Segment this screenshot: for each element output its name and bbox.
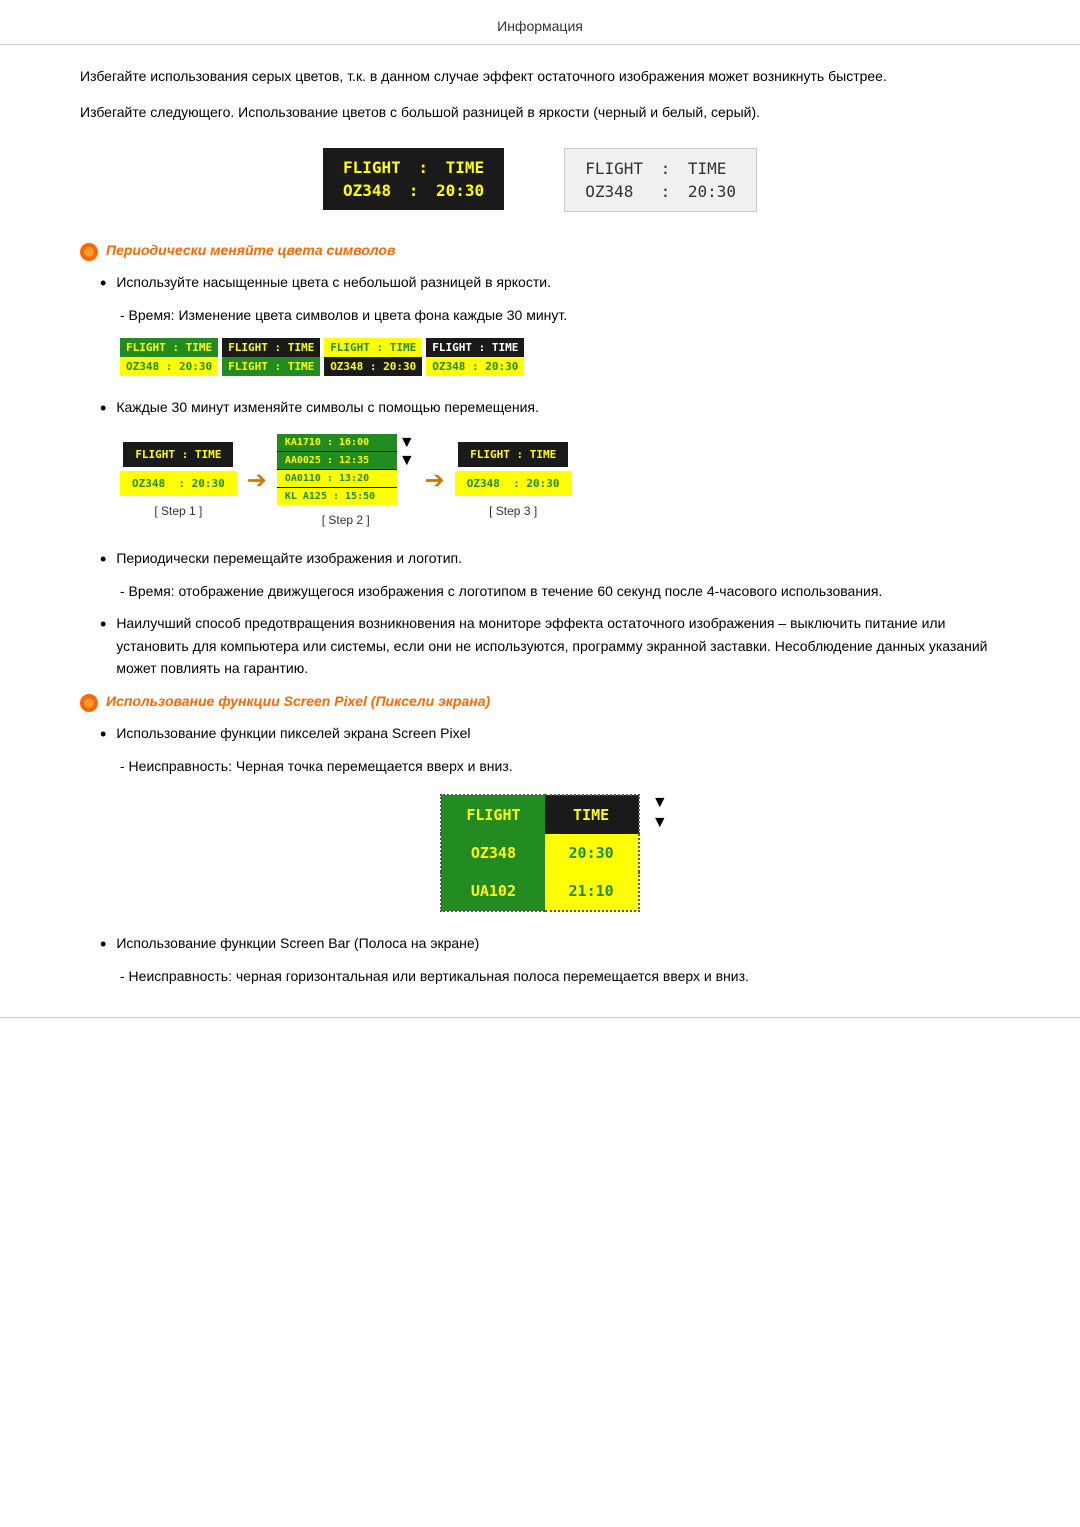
bullet-text-1: Используйте насыщенные цвета с небольшой… (116, 271, 551, 296)
down-arrow-2: ▼ (652, 814, 668, 832)
step1-label: [ Step 1 ] (154, 504, 202, 518)
bullet-dot-2: • (100, 396, 106, 421)
bullet-text-4: Наилучший способ предотвращения возникно… (116, 612, 1000, 679)
flight-data-light: OZ348 : 20:30 (585, 182, 736, 201)
pixel-table: FLIGHT TIME OZ348 20:30 UA102 21:10 (440, 794, 639, 912)
step2-multi: KA1710 : 16:00 AA0025 : 12:35 OA0110 : 1… (277, 434, 397, 505)
color-box-4: FLIGHT : TIME OZ348 : 20:30 (426, 338, 524, 376)
bullet-dot-6: • (100, 932, 106, 957)
pixel-row-1: OZ348 20:30 (441, 834, 638, 872)
step-box-1: FLIGHT : TIME OZ348 : 20:30 [ Step 1 ] (120, 442, 237, 518)
color-box-3: FLIGHT : TIME OZ348 : 20:30 (324, 338, 422, 376)
color-box-2: FLIGHT : TIME FLIGHT : TIME (222, 338, 320, 376)
bullet-item-6: • Использование функции Screen Bar (Поло… (80, 932, 1000, 957)
pixel-row-header: FLIGHT TIME (441, 795, 638, 834)
down-arrow-1: ▼ (652, 794, 668, 812)
step1-header: FLIGHT : TIME (123, 442, 233, 467)
color-box-2-data: FLIGHT : TIME (222, 357, 320, 376)
color-box-3-header: FLIGHT : TIME (324, 338, 422, 357)
step2-label: [ Step 2 ] (322, 513, 370, 527)
color-box-4-data: OZ348 : 20:30 (426, 357, 524, 376)
flight-header-light: FLIGHT : TIME (585, 159, 736, 178)
bullet-dot-3: • (100, 547, 106, 572)
orange-bullet-1: Периодически меняйте цвета символов (80, 242, 1000, 261)
arrow-right-1: ➔ (247, 466, 267, 495)
flight-time-light: 20:30 (688, 182, 736, 201)
flight-number-light: OZ348 (585, 182, 633, 201)
pixel-header-time: TIME (545, 795, 639, 834)
step-box-3: FLIGHT : TIME OZ348 : 20:30 [ Step 3 ] (455, 442, 572, 518)
bullet-text-3: Периодически перемещайте изображения и л… (116, 547, 462, 572)
paragraph-2: Избегайте следующего. Использование цвет… (80, 101, 1000, 123)
color-cycle-row: FLIGHT : TIME OZ348 : 20:30 FLIGHT : TIM… (120, 338, 1000, 376)
step3-data: OZ348 : 20:30 (455, 471, 572, 496)
time-label-light: TIME (688, 159, 727, 178)
flight-data-dark: OZ348 : 20:30 (343, 181, 484, 200)
step3-header: FLIGHT : TIME (458, 442, 568, 467)
step-box-2: KA1710 : 16:00 AA0025 : 12:35 OA0110 : 1… (277, 434, 415, 527)
flight-number-dark: OZ348 (343, 181, 391, 200)
bullet-item-4: • Наилучший способ предотвращения возник… (80, 612, 1000, 679)
bullet-dot-4: • (100, 612, 106, 679)
step3-label: [ Step 3 ] (489, 504, 537, 518)
color-box-1-header: FLIGHT : TIME (120, 338, 218, 357)
main-content: Избегайте использования серых цветов, т.… (0, 65, 1080, 987)
page-header: Информация (0, 0, 1080, 45)
color-box-1: FLIGHT : TIME OZ348 : 20:30 (120, 338, 218, 376)
pixel-time-2: 21:10 (545, 872, 639, 911)
sub-note-1: - Время: Изменение цвета символов и цвет… (80, 304, 1000, 326)
pixel-header-flight: FLIGHT (441, 795, 544, 834)
header-title: Информация (497, 18, 583, 34)
down-arrows: ▼ ▼ (652, 794, 668, 832)
page-footer (0, 1017, 1080, 1038)
orange-circle-icon-2 (80, 694, 98, 712)
bullet-text-5: Использование функции пикселей экрана Sc… (116, 722, 470, 747)
bullet-text-2: Каждые 30 минут изменяйте символы с помо… (116, 396, 539, 421)
time-label-dark: TIME (446, 158, 485, 177)
pixel-box-container: FLIGHT TIME OZ348 20:30 UA102 21:10 ▼ ▼ (80, 794, 1000, 912)
bullet-text-6: Использование функции Screen Bar (Полоса… (116, 932, 479, 957)
bullet-item-5: • Использование функции пикселей экрана … (80, 722, 1000, 747)
arrow-right-2: ➔ (425, 466, 445, 495)
orange-bullet-2: Использование функции Screen Pixel (Пикс… (80, 693, 1000, 712)
orange-label-2: Использование функции Screen Pixel (Пикс… (106, 693, 490, 709)
color-box-3-data: OZ348 : 20:30 (324, 357, 422, 376)
flight-header-dark: FLIGHT : TIME (343, 158, 484, 177)
color-box-4-header: FLIGHT : TIME (426, 338, 524, 357)
step1-data: OZ348 : 20:30 (120, 471, 237, 496)
flight-comparison: FLIGHT : TIME OZ348 : 20:30 FLIGHT : TIM… (80, 148, 1000, 212)
flight-label-dark: FLIGHT (343, 158, 401, 177)
bullet-item-1: • Используйте насыщенные цвета с небольш… (80, 271, 1000, 296)
bullet-dot-1: • (100, 271, 106, 296)
step2-arrows: ▼ ▼ (399, 434, 415, 505)
sub-note-5: - Неисправность: Черная точка перемещает… (80, 755, 1000, 777)
flight-box-dark: FLIGHT : TIME OZ348 : 20:30 (323, 148, 504, 210)
pixel-flight-2: UA102 (441, 872, 544, 911)
orange-label-1: Периодически меняйте цвета символов (106, 242, 395, 258)
flight-box-light: FLIGHT : TIME OZ348 : 20:30 (564, 148, 757, 212)
bullet-item-3: • Периодически перемещайте изображения и… (80, 547, 1000, 572)
sub-note-6: - Неисправность: черная горизонтальная и… (80, 965, 1000, 987)
pixel-flight-1: OZ348 (441, 834, 544, 872)
bullet-dot-5: • (100, 722, 106, 747)
pixel-time-1: 20:30 (545, 834, 639, 872)
paragraph-1: Избегайте использования серых цветов, т.… (80, 65, 1000, 87)
bullet-item-2: • Каждые 30 минут изменяйте символы с по… (80, 396, 1000, 421)
color-box-2-header: FLIGHT : TIME (222, 338, 320, 357)
step-diagram: FLIGHT : TIME OZ348 : 20:30 [ Step 1 ] ➔… (120, 434, 1000, 527)
pixel-row-2: UA102 21:10 (441, 872, 638, 911)
orange-circle-icon (80, 243, 98, 261)
sub-note-3: - Время: отображение движущегося изображ… (80, 580, 1000, 602)
flight-time-dark: 20:30 (436, 181, 484, 200)
step2-content: KA1710 : 16:00 AA0025 : 12:35 OA0110 : 1… (277, 434, 415, 505)
color-box-1-data: OZ348 : 20:30 (120, 357, 218, 376)
pixel-table-wrapper: FLIGHT TIME OZ348 20:30 UA102 21:10 ▼ ▼ (440, 794, 639, 912)
flight-label-light: FLIGHT (585, 159, 643, 178)
